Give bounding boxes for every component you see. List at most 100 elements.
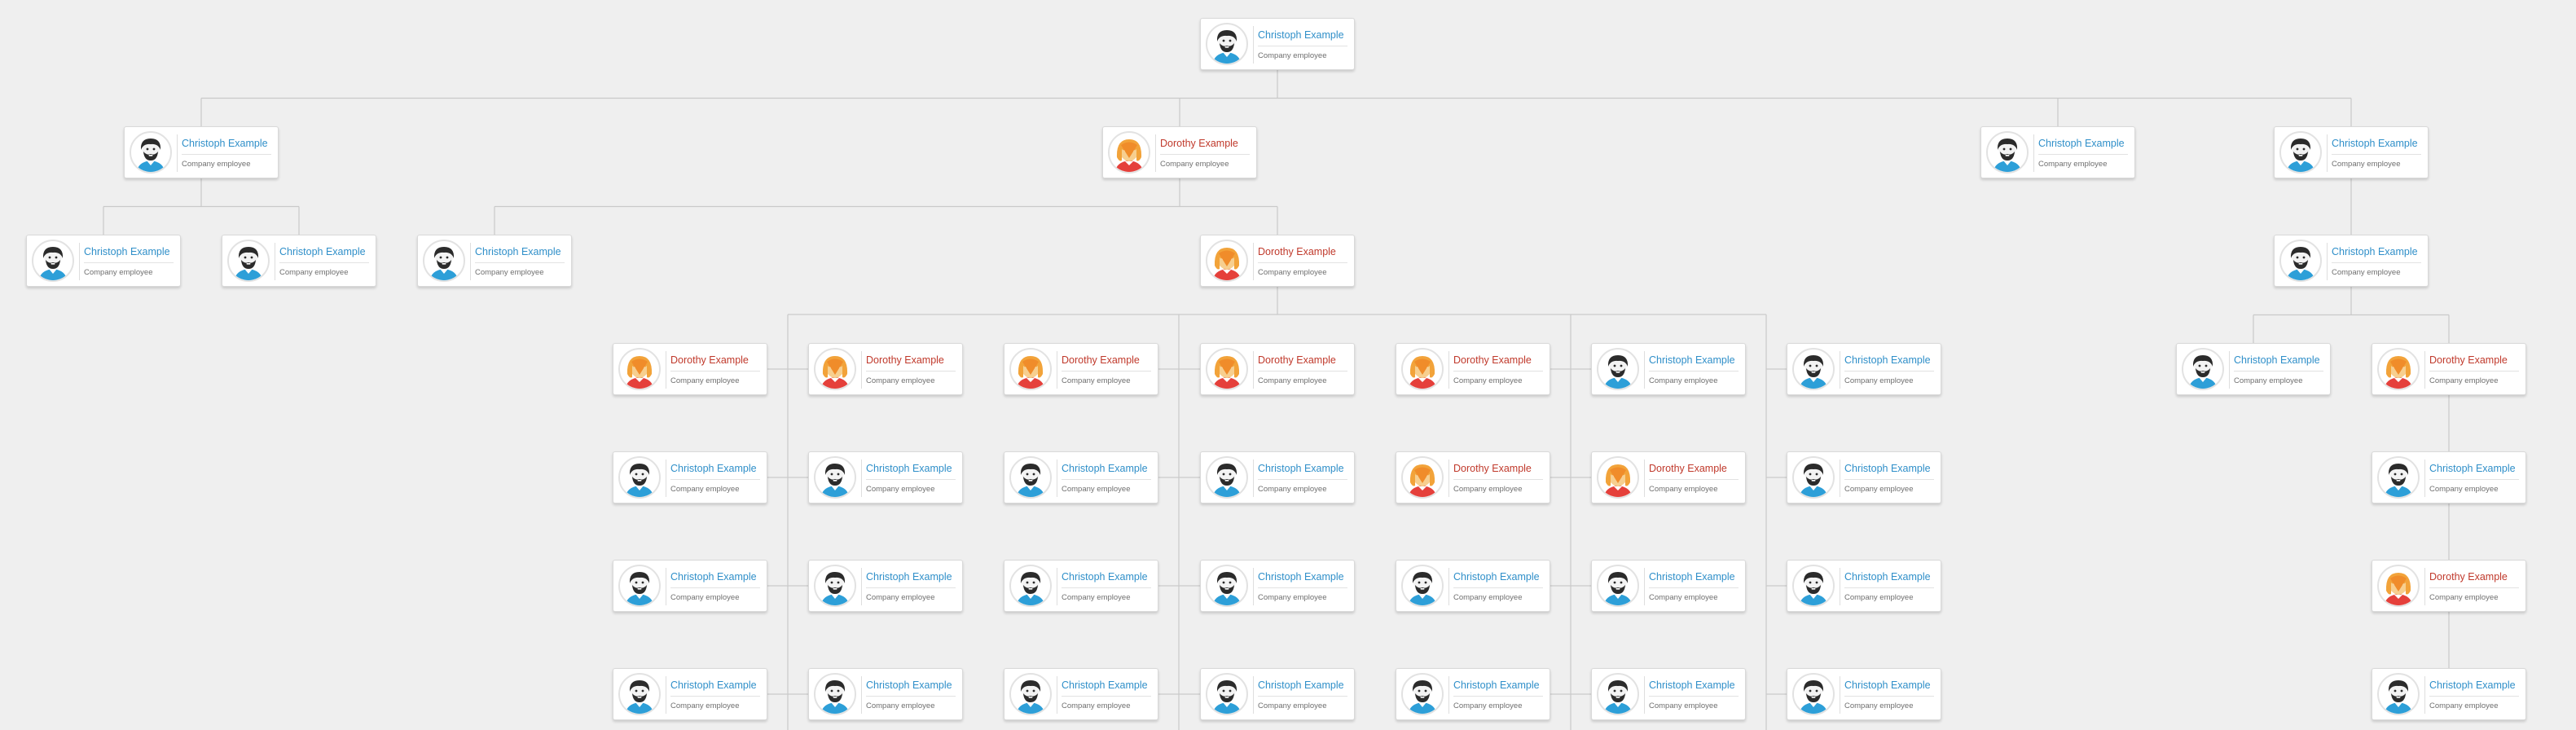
employee-card[interactable]: Christoph Example Company employee bbox=[1200, 451, 1355, 504]
employee-card[interactable]: Christoph Example Company employee bbox=[1200, 18, 1355, 70]
employee-name: Dorothy Example bbox=[2429, 354, 2508, 366]
employee-name: Christoph Example bbox=[2038, 138, 2125, 149]
employee-name: Christoph Example bbox=[1844, 679, 1931, 691]
employee-name: Christoph Example bbox=[1062, 679, 1148, 691]
employee-title: Company employee bbox=[1844, 485, 1914, 494]
male-avatar-icon bbox=[814, 673, 856, 715]
employee-card[interactable]: Christoph Example Company employee bbox=[1004, 451, 1158, 504]
employee-card[interactable]: Dorothy Example Company employee bbox=[613, 343, 767, 395]
employee-name: Christoph Example bbox=[2234, 354, 2320, 366]
employee-title: Company employee bbox=[1258, 376, 1327, 385]
employee-card[interactable]: Christoph Example Company employee bbox=[2274, 126, 2429, 178]
employee-card[interactable]: Christoph Example Company employee bbox=[613, 451, 767, 504]
employee-card[interactable]: Dorothy Example Company employee bbox=[1200, 343, 1355, 395]
male-avatar-icon bbox=[1597, 348, 1639, 390]
employee-card[interactable]: Christoph Example Company employee bbox=[808, 668, 963, 720]
employee-card[interactable]: Christoph Example Company employee bbox=[1787, 343, 1941, 395]
card-divider bbox=[1253, 243, 1254, 280]
employee-name: Dorothy Example bbox=[670, 354, 749, 366]
male-avatar-icon bbox=[130, 131, 172, 174]
male-avatar-icon bbox=[423, 240, 465, 282]
male-avatar-icon bbox=[2279, 131, 2322, 174]
employee-name: Dorothy Example bbox=[1649, 463, 1727, 474]
name-divider bbox=[1844, 479, 1934, 480]
card-divider bbox=[2424, 351, 2425, 389]
employee-card[interactable]: Christoph Example Company employee bbox=[1591, 560, 1746, 612]
employee-card[interactable]: Christoph Example Company employee bbox=[1787, 560, 1941, 612]
employee-card[interactable]: Christoph Example Company employee bbox=[1396, 560, 1550, 612]
male-avatar-icon bbox=[2279, 240, 2322, 282]
employee-card[interactable]: Dorothy Example Company employee bbox=[1004, 343, 1158, 395]
employee-card[interactable]: Dorothy Example Company employee bbox=[1102, 126, 1257, 178]
employee-card[interactable]: Christoph Example Company employee bbox=[808, 560, 963, 612]
employee-card[interactable]: Dorothy Example Company employee bbox=[2372, 560, 2526, 612]
card-divider bbox=[1253, 460, 1254, 497]
employee-card[interactable]: Christoph Example Company employee bbox=[1591, 668, 1746, 720]
employee-card[interactable]: Christoph Example Company employee bbox=[1591, 343, 1746, 395]
employee-name: Christoph Example bbox=[1258, 463, 1344, 474]
employee-name: Christoph Example bbox=[866, 571, 952, 583]
employee-card[interactable]: Dorothy Example Company employee bbox=[2372, 343, 2526, 395]
employee-title: Company employee bbox=[84, 268, 153, 277]
employee-name: Dorothy Example bbox=[1258, 246, 1336, 257]
employee-name: Christoph Example bbox=[1844, 463, 1931, 474]
employee-name: Christoph Example bbox=[475, 246, 561, 257]
employee-title: Company employee bbox=[1258, 268, 1327, 277]
employee-card[interactable]: Christoph Example Company employee bbox=[613, 668, 767, 720]
name-divider bbox=[670, 371, 760, 372]
employee-card[interactable]: Dorothy Example Company employee bbox=[1396, 343, 1550, 395]
employee-name: Dorothy Example bbox=[1258, 354, 1336, 366]
card-divider bbox=[177, 134, 178, 172]
male-avatar-icon bbox=[1792, 565, 1835, 607]
employee-card[interactable]: Christoph Example Company employee bbox=[613, 560, 767, 612]
employee-card[interactable]: Dorothy Example Company employee bbox=[1396, 451, 1550, 504]
employee-card[interactable]: Dorothy Example Company employee bbox=[1591, 451, 1746, 504]
name-divider bbox=[84, 262, 174, 263]
card-divider bbox=[1644, 676, 1645, 714]
employee-card[interactable]: Christoph Example Company employee bbox=[1200, 560, 1355, 612]
employee-name: Christoph Example bbox=[670, 571, 757, 583]
female-avatar-icon bbox=[1009, 348, 1052, 390]
employee-title: Company employee bbox=[1258, 485, 1327, 494]
employee-name: Christoph Example bbox=[1453, 571, 1540, 583]
name-divider bbox=[670, 479, 760, 480]
employee-card[interactable]: Christoph Example Company employee bbox=[1787, 451, 1941, 504]
employee-name: Christoph Example bbox=[1844, 571, 1931, 583]
employee-name: Dorothy Example bbox=[1453, 463, 1532, 474]
employee-card[interactable]: Christoph Example Company employee bbox=[417, 235, 572, 287]
employee-card[interactable]: Christoph Example Company employee bbox=[2274, 235, 2429, 287]
employee-card[interactable]: Christoph Example Company employee bbox=[1980, 126, 2135, 178]
card-divider bbox=[861, 568, 862, 605]
name-divider bbox=[2429, 587, 2519, 588]
female-avatar-icon bbox=[1108, 131, 1150, 174]
card-divider bbox=[1253, 676, 1254, 714]
employee-card[interactable]: Dorothy Example Company employee bbox=[808, 343, 963, 395]
employee-card[interactable]: Christoph Example Company employee bbox=[2372, 451, 2526, 504]
employee-name: Dorothy Example bbox=[866, 354, 944, 366]
employee-card[interactable]: Christoph Example Company employee bbox=[222, 235, 376, 287]
employee-card[interactable]: Christoph Example Company employee bbox=[808, 451, 963, 504]
name-divider bbox=[1062, 587, 1151, 588]
employee-card[interactable]: Christoph Example Company employee bbox=[124, 126, 279, 178]
employee-card[interactable]: Christoph Example Company employee bbox=[1787, 668, 1941, 720]
name-divider bbox=[866, 696, 956, 697]
male-avatar-icon bbox=[2377, 673, 2420, 715]
employee-card[interactable]: Dorothy Example Company employee bbox=[1200, 235, 1355, 287]
employee-card[interactable]: Christoph Example Company employee bbox=[1396, 668, 1550, 720]
male-avatar-icon bbox=[1009, 673, 1052, 715]
employee-card[interactable]: Christoph Example Company employee bbox=[2176, 343, 2331, 395]
employee-card[interactable]: Christoph Example Company employee bbox=[2372, 668, 2526, 720]
name-divider bbox=[1258, 262, 1347, 263]
employee-name: Christoph Example bbox=[279, 246, 366, 257]
male-avatar-icon bbox=[1401, 673, 1444, 715]
employee-card[interactable]: Christoph Example Company employee bbox=[1200, 668, 1355, 720]
male-avatar-icon bbox=[2182, 348, 2224, 390]
employee-card[interactable]: Christoph Example Company employee bbox=[26, 235, 181, 287]
employee-card[interactable]: Christoph Example Company employee bbox=[1004, 668, 1158, 720]
male-avatar-icon bbox=[1009, 456, 1052, 499]
male-avatar-icon bbox=[2377, 456, 2420, 499]
male-avatar-icon bbox=[1597, 565, 1639, 607]
employee-name: Christoph Example bbox=[670, 679, 757, 691]
employee-card[interactable]: Christoph Example Company employee bbox=[1004, 560, 1158, 612]
name-divider bbox=[1258, 479, 1347, 480]
